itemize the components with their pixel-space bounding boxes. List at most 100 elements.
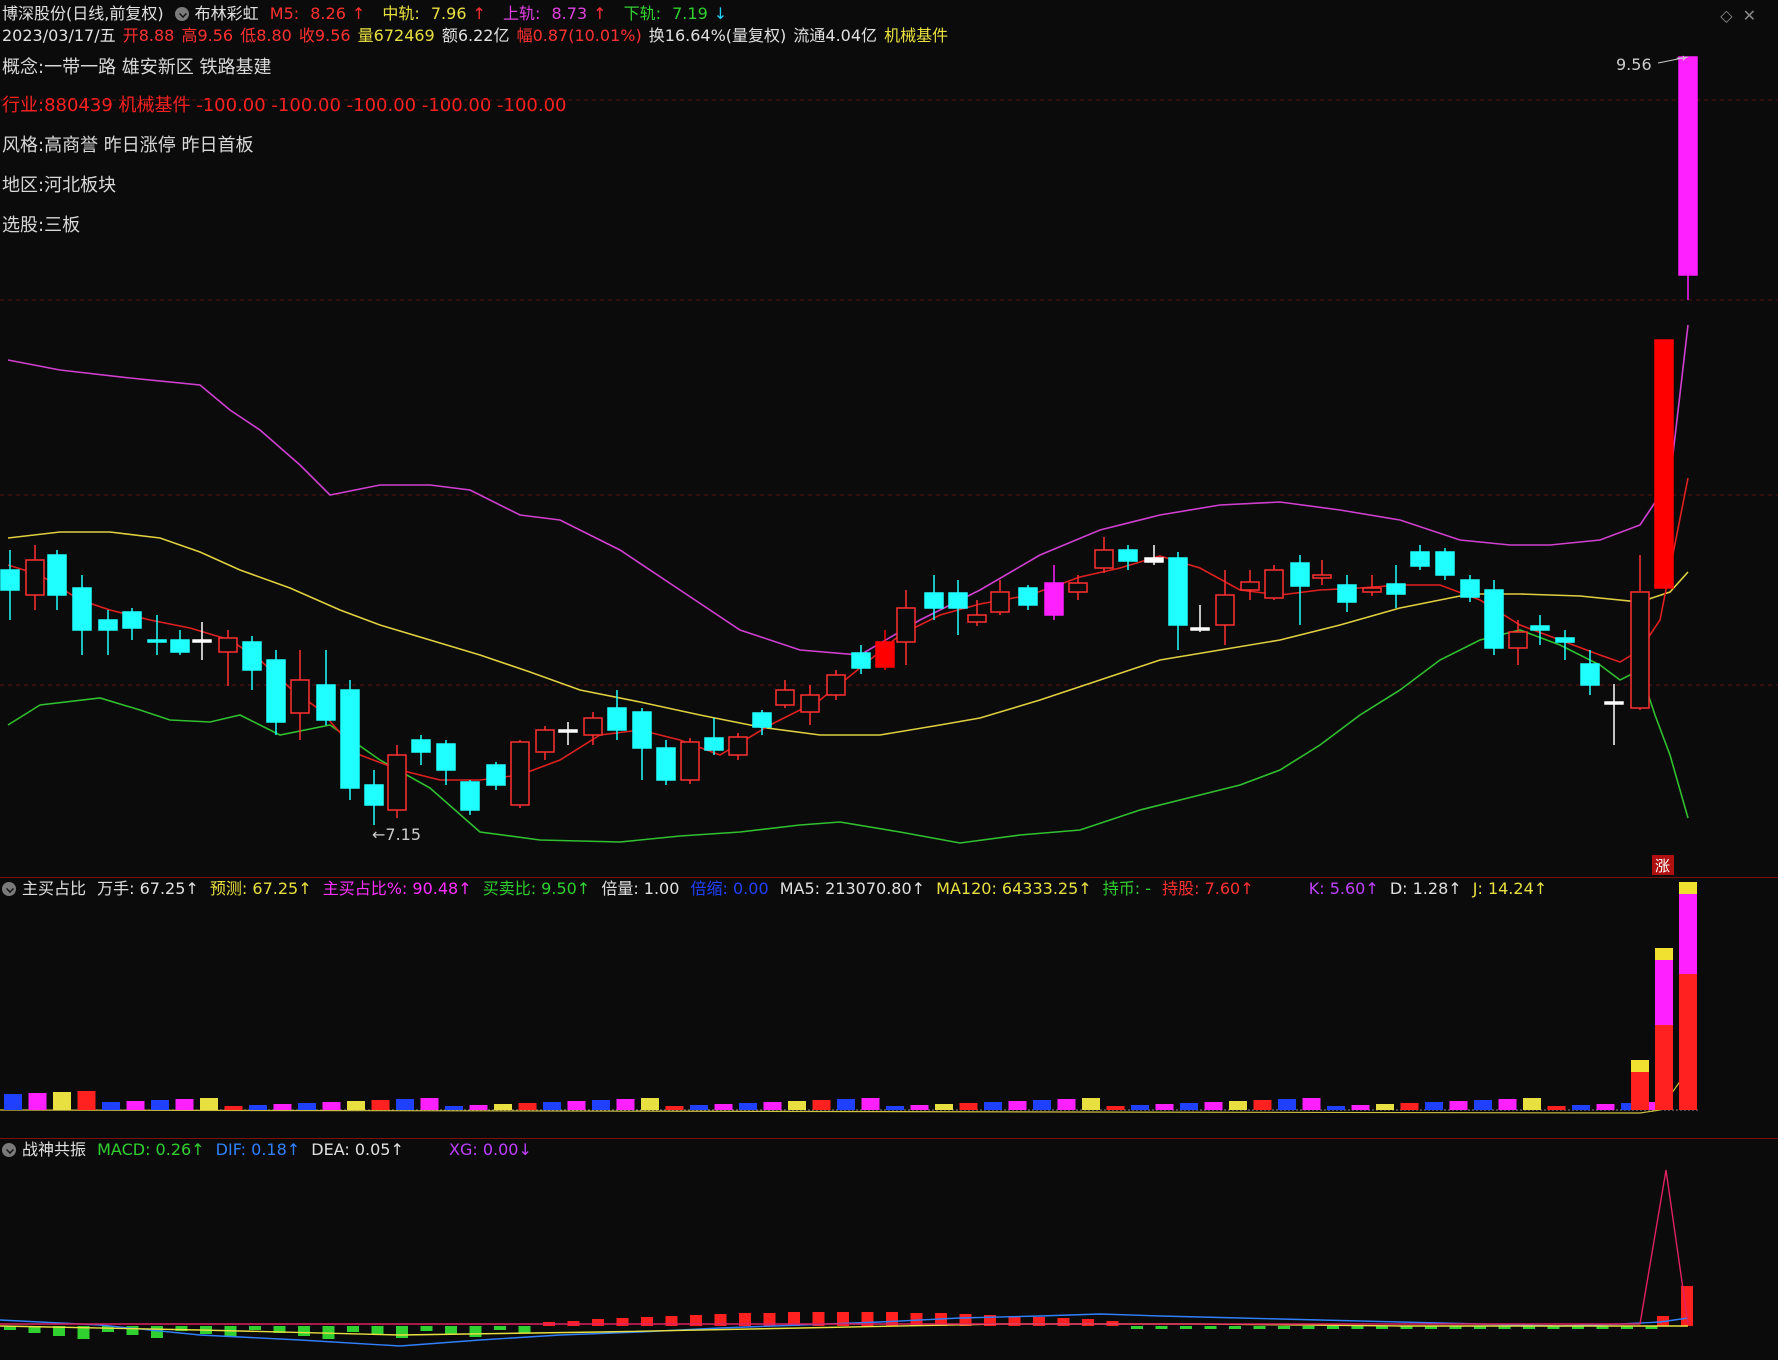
macd-bar xyxy=(469,1326,482,1337)
volume-bar xyxy=(616,1099,635,1110)
volume-bar xyxy=(126,1101,145,1110)
candle xyxy=(728,733,748,760)
volume-bar xyxy=(1596,1104,1615,1110)
macd-bar xyxy=(347,1326,359,1332)
volume-bar xyxy=(1155,1104,1174,1110)
candle xyxy=(1337,575,1357,612)
volume-bar xyxy=(249,1105,267,1110)
candle xyxy=(170,630,190,655)
volume-bar xyxy=(28,1093,47,1110)
macd-bar xyxy=(1302,1326,1315,1329)
candle xyxy=(775,680,795,708)
macd-bar xyxy=(396,1326,408,1338)
volume-bar xyxy=(984,1102,1002,1110)
volume-bar xyxy=(1425,1102,1443,1110)
candle xyxy=(486,762,506,790)
macd-chart[interactable] xyxy=(0,1140,1778,1360)
volume-bar xyxy=(665,1106,684,1110)
volume-bar xyxy=(347,1101,365,1110)
macd-bar xyxy=(1327,1326,1339,1329)
volume-bar xyxy=(886,1106,904,1110)
volume-bar xyxy=(1253,1100,1272,1110)
volume-bar xyxy=(322,1102,341,1110)
xg-line xyxy=(0,1169,1689,1325)
volume-bar xyxy=(567,1101,586,1110)
volume-bar-magenta xyxy=(1679,882,1697,974)
volume-bar xyxy=(1106,1106,1125,1110)
macd-bar xyxy=(249,1326,261,1330)
volume-bar xyxy=(469,1105,488,1110)
candle xyxy=(680,738,700,784)
candle xyxy=(1386,565,1406,608)
macd-bar xyxy=(420,1326,433,1331)
candle xyxy=(436,740,456,785)
candle xyxy=(72,575,92,655)
candle xyxy=(1190,605,1210,632)
candle xyxy=(1678,56,1698,300)
candle xyxy=(25,545,45,610)
candle xyxy=(510,740,530,808)
volume-bar xyxy=(1547,1106,1566,1110)
volume-bars xyxy=(4,882,1697,1110)
candle xyxy=(1604,684,1624,745)
volume-bar xyxy=(1180,1103,1198,1110)
volume-bar xyxy=(1327,1106,1345,1110)
volume-bar xyxy=(1302,1098,1321,1110)
candle xyxy=(1240,570,1260,600)
volume-bar xyxy=(175,1099,194,1110)
price-chart[interactable]: 9.56 → ←7.15 涨 xyxy=(0,0,1778,875)
volume-bar xyxy=(1351,1105,1370,1110)
volume-bar xyxy=(1278,1099,1296,1110)
candle xyxy=(460,780,480,815)
volume-bar xyxy=(1400,1103,1419,1110)
candle xyxy=(0,550,20,620)
volume-bar xyxy=(273,1104,292,1110)
candle xyxy=(1312,560,1332,585)
volume-bar xyxy=(959,1103,978,1110)
volume-bar xyxy=(298,1103,316,1110)
candle xyxy=(558,722,578,745)
macd-bar xyxy=(445,1326,457,1334)
candle xyxy=(851,645,871,674)
candle xyxy=(990,580,1010,615)
volume-bar xyxy=(494,1104,512,1110)
volume-bar xyxy=(714,1104,733,1110)
svg-text:→: → xyxy=(1676,51,1686,65)
candle xyxy=(266,650,286,735)
candle xyxy=(1362,575,1382,596)
macd-bar xyxy=(1278,1326,1290,1329)
main-buy-chart[interactable] xyxy=(0,880,1778,1130)
candle xyxy=(826,670,846,700)
volume-bar xyxy=(1572,1105,1590,1110)
candle xyxy=(948,580,968,635)
candle xyxy=(1654,339,1674,589)
candle xyxy=(242,636,262,690)
volume-bar xyxy=(1474,1100,1492,1110)
volume-bar xyxy=(910,1105,929,1110)
macd-bar xyxy=(1351,1326,1364,1329)
volume-bar xyxy=(1131,1105,1149,1110)
volume-bar xyxy=(935,1104,953,1110)
volume-bar-yellow xyxy=(1679,882,1697,894)
macd-bar xyxy=(616,1318,629,1326)
low-price-label: ←7.15 xyxy=(372,825,421,844)
volume-bar xyxy=(543,1102,561,1110)
macd-bar xyxy=(1155,1326,1168,1329)
candle xyxy=(752,710,772,735)
volume-bar xyxy=(1082,1098,1100,1110)
macd-bar xyxy=(1057,1318,1070,1326)
candle xyxy=(632,708,652,780)
candle xyxy=(656,740,676,785)
volume-bar xyxy=(1204,1102,1223,1110)
volume-bar-yellow xyxy=(1655,948,1673,960)
candle xyxy=(411,735,431,765)
candle xyxy=(1630,555,1650,710)
candle xyxy=(340,680,360,800)
volume-bar xyxy=(1229,1101,1247,1110)
candle xyxy=(1044,565,1064,620)
volume-bar xyxy=(396,1099,414,1110)
macd-bar xyxy=(1082,1319,1094,1326)
volume-bar xyxy=(200,1098,218,1110)
high-marker: 9.56 → xyxy=(1616,51,1689,74)
volume-bar xyxy=(837,1099,855,1110)
